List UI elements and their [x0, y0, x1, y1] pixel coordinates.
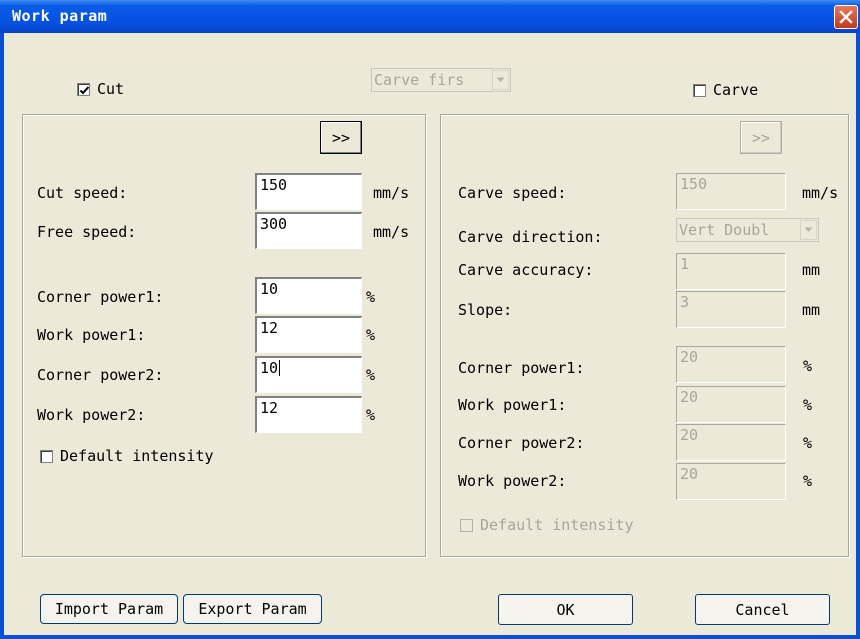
export-param-button[interactable]: Export Param	[183, 594, 322, 624]
ok-button[interactable]: OK	[498, 594, 633, 625]
carve-speed-label: Carve speed:	[458, 184, 567, 202]
cut-expand-label: >>	[331, 128, 351, 147]
export-param-label: Export Param	[198, 600, 307, 618]
carve-settings-group	[440, 114, 849, 557]
carve-work-power2-label: Work power2:	[458, 472, 567, 490]
carve-work-power1-label: Work power1:	[458, 396, 567, 414]
cut-default-intensity-label: Default intensity	[60, 447, 214, 465]
chevron-down-icon[interactable]	[800, 220, 817, 240]
cut-work-power2-input[interactable]: 12	[255, 396, 362, 433]
slope-unit: mm	[802, 301, 821, 319]
carve-expand-label: >>	[751, 128, 771, 147]
carve-work-power2-unit: %	[803, 472, 813, 490]
carve-default-intensity-label: Default intensity	[480, 516, 634, 534]
cut-corner-power2-input[interactable]: 10	[255, 356, 362, 393]
carve-corner-power2-input[interactable]: 20	[676, 424, 786, 461]
cut-corner-power1-unit: %	[366, 288, 376, 306]
carve-expand-button[interactable]: >>	[740, 121, 782, 154]
carve-corner-power2-unit: %	[803, 434, 813, 452]
carve-corner-power2-label: Corner power2:	[458, 434, 585, 452]
cut-corner-power2-value: 10	[260, 359, 279, 377]
cut-corner-power1-label: Corner power1:	[37, 288, 164, 306]
cancel-button[interactable]: Cancel	[695, 594, 830, 625]
cut-checkbox-label: Cut	[97, 80, 125, 98]
cut-speed-value: 150	[260, 176, 288, 194]
slope-value: 3	[680, 293, 690, 311]
carve-default-intensity-row[interactable]: Default intensity	[460, 516, 634, 534]
cut-speed-input[interactable]: 150	[255, 173, 362, 210]
cancel-label: Cancel	[735, 600, 790, 619]
carve-corner-power2-value: 20	[680, 426, 699, 444]
title-bar: Work param	[0, 0, 860, 33]
cut-work-power2-unit: %	[366, 406, 376, 424]
window-title: Work param	[12, 7, 108, 25]
carve-accuracy-label: Carve accuracy:	[458, 261, 594, 279]
carve-corner-power1-unit: %	[803, 357, 813, 375]
carve-corner-power1-label: Corner power1:	[458, 359, 585, 377]
slope-label: Slope:	[458, 301, 513, 319]
cut-expand-button[interactable]: >>	[320, 121, 362, 154]
cut-work-power1-input[interactable]: 12	[255, 316, 362, 353]
cut-corner-power2-unit: %	[366, 366, 376, 384]
cut-work-power2-label: Work power2:	[37, 406, 146, 424]
carve-direction-value: Vert Doubl	[679, 221, 770, 239]
carve-work-power1-value: 20	[680, 388, 699, 406]
close-icon	[839, 10, 853, 24]
cut-work-power1-label: Work power1:	[37, 326, 146, 344]
text-caret	[279, 360, 281, 376]
import-param-label: Import Param	[54, 600, 164, 618]
process-order-select[interactable]: Carve firs	[371, 68, 511, 92]
import-param-button[interactable]: Import Param	[40, 594, 178, 624]
carve-checkbox[interactable]	[693, 83, 706, 97]
cut-work-power2-value: 12	[260, 399, 279, 417]
carve-work-power1-input[interactable]: 20	[676, 386, 786, 423]
carve-speed-unit: mm/s	[802, 184, 839, 202]
free-speed-unit: mm/s	[373, 223, 410, 241]
carve-default-intensity-checkbox[interactable]	[460, 518, 473, 532]
cut-speed-unit: mm/s	[373, 184, 410, 202]
carve-direction-select[interactable]: Vert Doubl	[676, 218, 819, 242]
close-button[interactable]	[834, 5, 858, 29]
cut-speed-label: Cut speed:	[37, 184, 128, 202]
cut-default-intensity-checkbox[interactable]	[40, 449, 53, 463]
cut-work-power1-value: 12	[260, 319, 279, 337]
carve-work-power1-unit: %	[803, 396, 813, 414]
carve-checkbox-label: Carve	[713, 81, 759, 99]
free-speed-label: Free speed:	[37, 223, 137, 241]
carve-speed-value: 150	[680, 175, 708, 193]
carve-accuracy-input[interactable]: 1	[676, 253, 786, 290]
ok-label: OK	[556, 600, 575, 619]
carve-direction-label: Carve direction:	[458, 228, 603, 246]
carve-checkbox-row[interactable]: Carve	[693, 81, 758, 99]
free-speed-input[interactable]: 300	[255, 212, 362, 249]
slope-input[interactable]: 3	[676, 291, 786, 328]
cut-checkbox[interactable]	[77, 82, 90, 96]
cut-default-intensity-row[interactable]: Default intensity	[40, 447, 214, 465]
cut-corner-power2-label: Corner power2:	[37, 366, 164, 384]
cut-corner-power1-value: 10	[260, 280, 279, 298]
carve-speed-input[interactable]: 150	[676, 173, 786, 210]
process-order-value: Carve firs	[374, 71, 465, 89]
carve-accuracy-unit: mm	[802, 261, 821, 279]
carve-work-power2-input[interactable]: 20	[676, 463, 786, 500]
carve-corner-power1-input[interactable]: 20	[676, 346, 786, 383]
carve-work-power2-value: 20	[680, 465, 699, 483]
check-icon	[79, 85, 90, 94]
cut-checkbox-row[interactable]: Cut	[77, 80, 124, 98]
chevron-down-icon[interactable]	[492, 70, 509, 90]
free-speed-value: 300	[260, 215, 288, 233]
carve-accuracy-value: 1	[680, 255, 690, 273]
carve-corner-power1-value: 20	[680, 348, 699, 366]
cut-corner-power1-input[interactable]: 10	[255, 277, 362, 314]
cut-work-power1-unit: %	[366, 326, 376, 344]
